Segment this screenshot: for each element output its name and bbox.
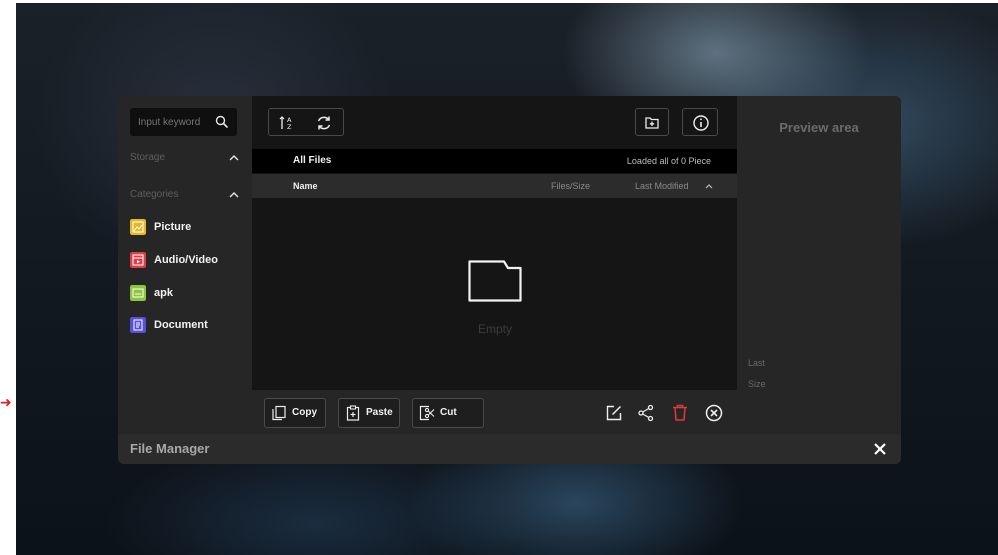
copy-label: Copy (292, 407, 317, 418)
edit-icon (606, 405, 622, 421)
copy-icon (272, 405, 286, 421)
svg-text:Z: Z (287, 123, 292, 131)
paste-label: Paste (366, 407, 393, 418)
document-icon (130, 317, 146, 333)
category-label: Picture (154, 221, 192, 233)
preview-last-label: Last (748, 358, 766, 368)
new-folder-icon (645, 117, 659, 129)
new-folder-button[interactable] (635, 108, 669, 136)
window-title-bar: File Manager (118, 434, 901, 464)
share-button[interactable] (636, 403, 656, 423)
category-item-audio-video[interactable]: Audio/Video (130, 251, 240, 269)
cut-button[interactable]: Cut (412, 398, 484, 428)
empty-state-label: Empty (477, 322, 512, 336)
chevron-up-icon[interactable] (228, 189, 240, 201)
breadcrumb-current[interactable]: All Files (293, 149, 331, 173)
load-status-text: Loaded all of 0 Piece (626, 156, 711, 166)
share-icon (638, 404, 654, 422)
preview-panel: Preview area Last Size (737, 96, 901, 434)
info-icon (693, 115, 709, 131)
rename-button[interactable] (604, 403, 624, 423)
column-header-row: Name Files/Size Last Modified (252, 174, 737, 198)
sidebar: Storage Categories Picture (118, 96, 252, 434)
column-header-size[interactable]: Files/Size (551, 174, 590, 198)
storage-section-header[interactable]: Storage (130, 150, 240, 166)
window-title: File Manager (130, 441, 210, 456)
search-icon[interactable] (215, 115, 229, 129)
category-label: apk (154, 287, 173, 299)
file-list-panel: A Z All Files Loaded all of 0 Piece Name… (252, 96, 737, 434)
categories-section-header[interactable]: Categories (130, 187, 240, 203)
preview-size-label: Size (748, 379, 766, 389)
picture-icon (130, 219, 146, 235)
search-input[interactable] (130, 108, 218, 136)
file-manager-window: Storage Categories Picture (118, 96, 901, 464)
close-circle-icon (705, 404, 723, 422)
close-selection-button[interactable] (704, 403, 724, 423)
column-header-modified[interactable]: Last Modified (635, 174, 689, 198)
empty-folder-icon (468, 260, 522, 302)
sort-icon[interactable]: A Z (279, 115, 295, 131)
category-item-apk[interactable]: apk (130, 284, 240, 302)
copy-button[interactable]: Copy (264, 398, 326, 428)
audio-video-icon (130, 252, 146, 268)
delete-button[interactable] (670, 403, 690, 423)
preview-title: Preview area (779, 120, 859, 135)
cut-label: Cut (440, 407, 457, 418)
paste-icon (346, 405, 360, 421)
sort-chevron-up-icon[interactable] (704, 181, 714, 191)
categories-label: Categories (130, 189, 179, 200)
refresh-icon[interactable] (315, 114, 333, 132)
chevron-up-icon[interactable] (228, 152, 240, 164)
search-box[interactable] (130, 108, 237, 136)
category-label: Document (154, 319, 208, 331)
toolbar-sort-refresh-group: A Z (268, 108, 344, 136)
storage-label: Storage (130, 152, 166, 163)
cut-icon (419, 405, 435, 421)
apk-icon (130, 285, 146, 301)
paste-button[interactable]: Paste (338, 398, 400, 428)
close-icon[interactable] (873, 442, 887, 456)
column-header-name[interactable]: Name (293, 174, 318, 198)
category-item-document[interactable]: Document (130, 316, 240, 334)
trash-icon (673, 404, 687, 421)
info-button[interactable] (682, 108, 718, 136)
action-bar: Copy Paste Cut (252, 390, 737, 434)
arrow-indicator-icon: ➜ (0, 394, 12, 410)
breadcrumb: All Files Loaded all of 0 Piece (252, 149, 737, 173)
category-label: Audio/Video (154, 254, 218, 266)
category-item-picture[interactable]: Picture (130, 218, 240, 236)
